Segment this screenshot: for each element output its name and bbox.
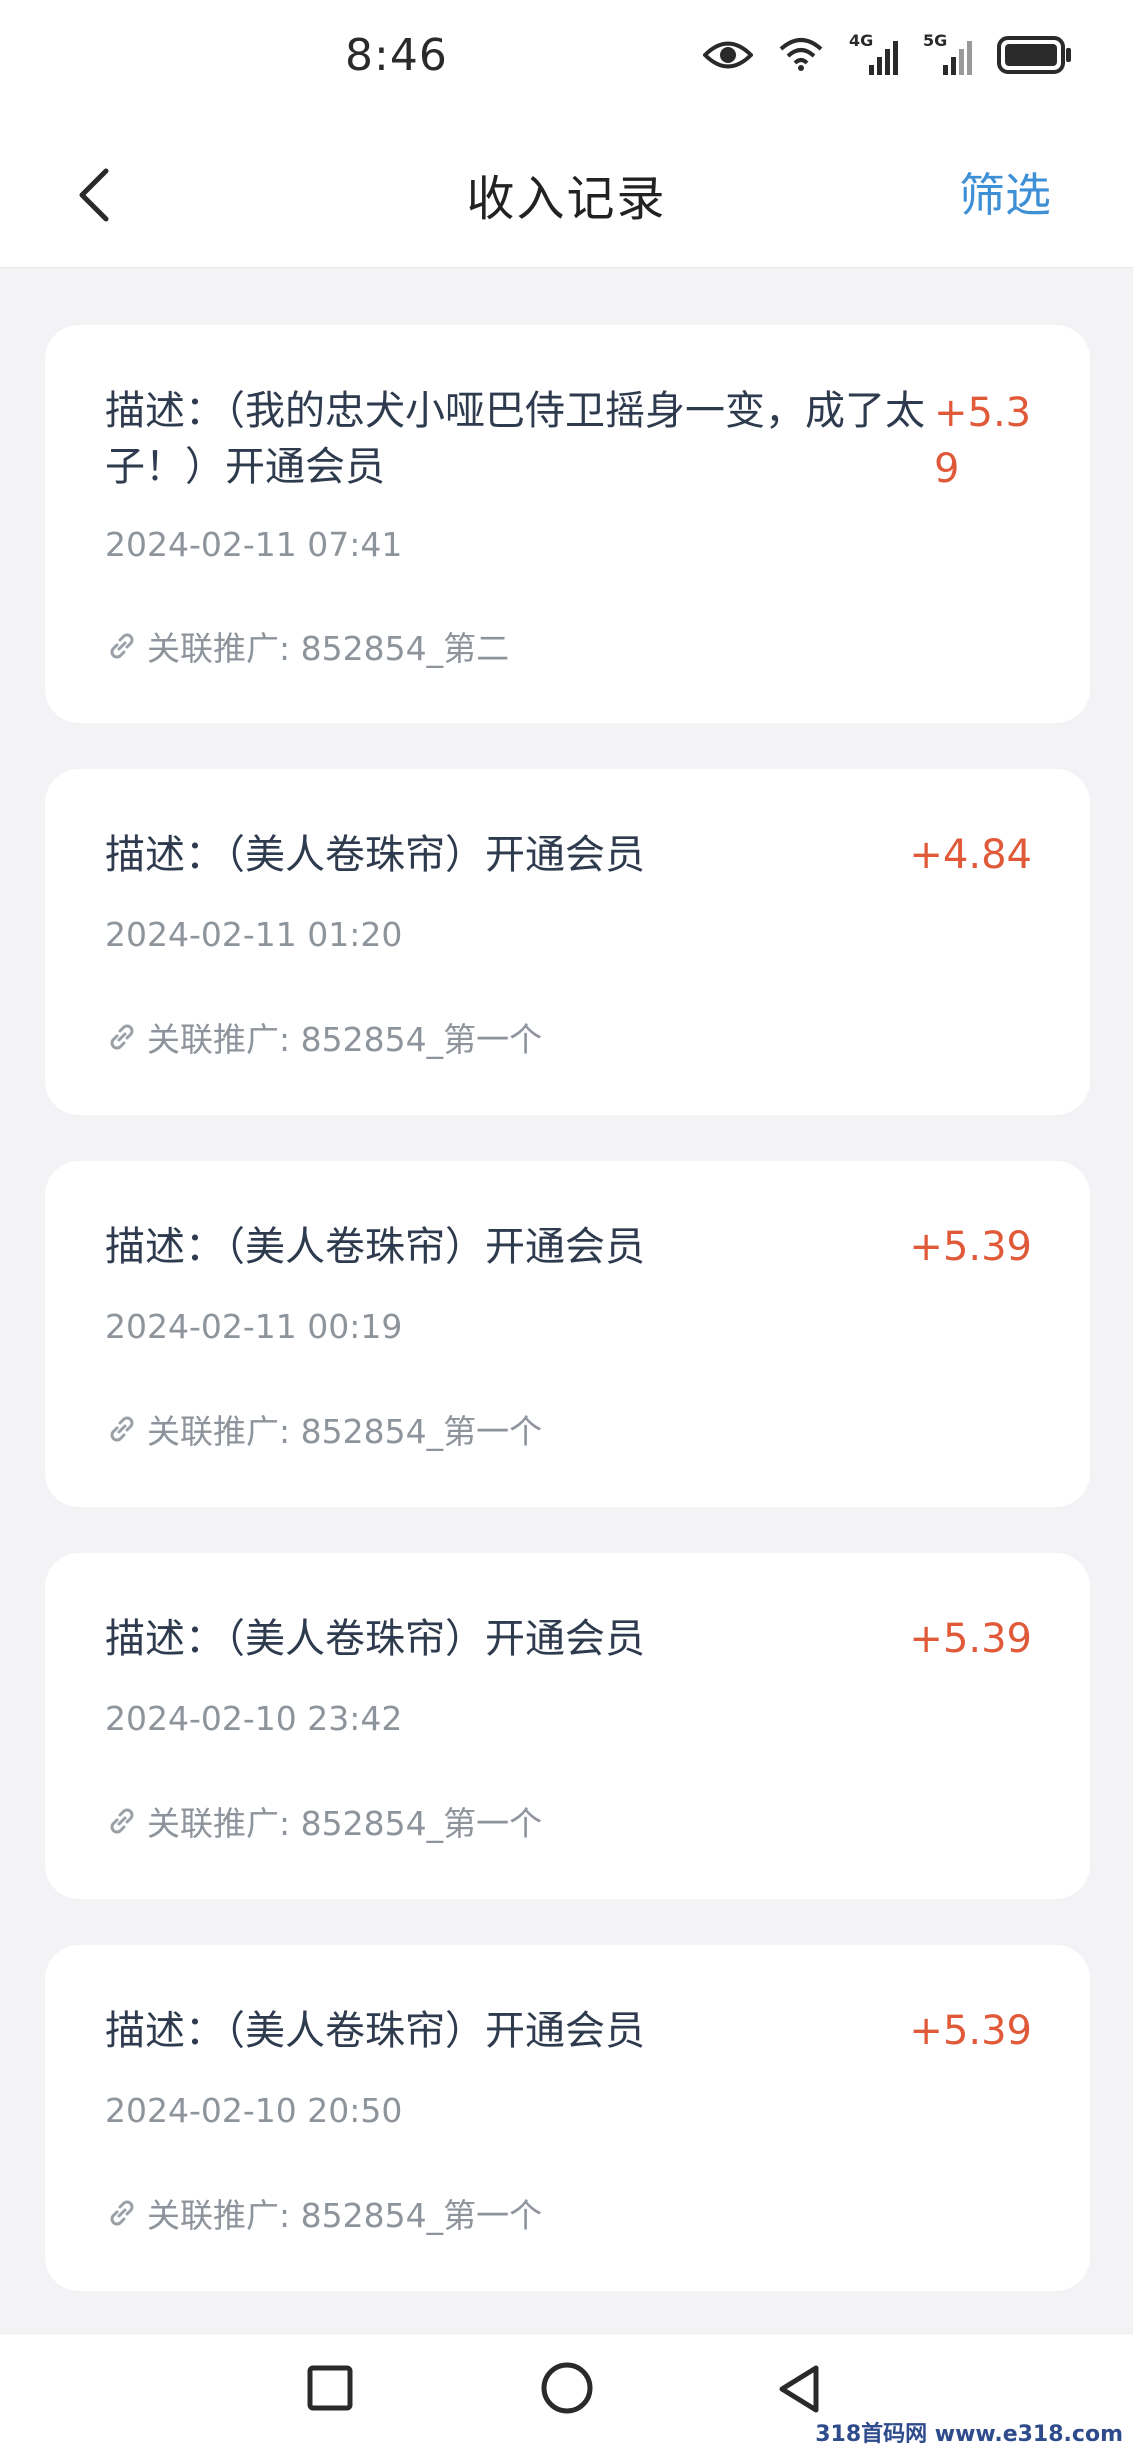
system-nav-bar: 318首码网 www.e318.com [0, 2333, 1133, 2454]
record-promo-text: 关联推广: 852854_第一个 [147, 1412, 543, 1451]
status-icons: 4G 5G [702, 31, 1073, 78]
record-description: 描述：（美人卷珠帘）开通会员 [105, 832, 645, 878]
record-promo: 关联推广: 852854_第二 [105, 622, 509, 670]
triangle-back-icon [779, 2365, 819, 2413]
record-card[interactable]: 描述：（美人卷珠帘）开通会员 +5.39 2024-02-10 20:50 关联… [45, 1945, 1090, 2291]
back-nav-button[interactable] [776, 2364, 824, 2418]
record-promo-text: 关联推广: 852854_第一个 [147, 2196, 543, 2235]
watermark: 318首码网 www.e318.com [815, 2422, 1123, 2447]
record-amount: +5.39 [909, 2008, 1032, 2054]
recents-button[interactable] [306, 2364, 354, 2416]
record-description: 描述：（我的忠犬小哑巴侍卫摇身一变，成了太子！）开通会员 [105, 388, 925, 490]
record-amount: +5.39 [909, 1224, 1032, 1270]
record-amount: +5.39 [909, 1616, 1032, 1662]
record-time: 2024-02-10 20:50 [105, 2091, 403, 2130]
record-card[interactable]: 描述：（美人卷珠帘）开通会员 +5.39 2024-02-11 00:19 关联… [45, 1161, 1090, 1507]
record-description: 描述：（美人卷珠帘）开通会员 [105, 1224, 645, 1270]
link-icon [110, 1416, 134, 1442]
record-promo-text: 关联推广: 852854_第一个 [147, 1804, 543, 1843]
record-promo: 关联推广: 852854_第一个 [105, 2189, 542, 2237]
eye-icon [702, 38, 754, 76]
record-promo: 关联推广: 852854_第一个 [105, 1797, 542, 1845]
record-amount: +4.84 [909, 832, 1032, 878]
link-icon [110, 1808, 134, 1834]
record-card[interactable]: 描述：（美人卷珠帘）开通会员 +5.39 2024-02-10 23:42 关联… [45, 1553, 1090, 1899]
record-card[interactable]: 描述：（我的忠犬小哑巴侍卫摇身一变，成了太子！）开通会员 +5.39 2024-… [45, 325, 1090, 723]
home-button[interactable] [540, 2361, 594, 2419]
status-bar: 8:46 4G 5G [0, 0, 1133, 125]
record-promo-text: 关联推广: 852854_第一个 [147, 1020, 543, 1059]
record-promo: 关联推广: 852854_第一个 [105, 1013, 542, 1061]
record-time: 2024-02-10 23:42 [105, 1699, 403, 1738]
filter-button[interactable]: 筛选 [959, 159, 1051, 225]
status-time: 8:46 [345, 30, 448, 81]
circle-icon [541, 2362, 593, 2414]
signal-4g-icon: 4G [849, 31, 899, 77]
record-time: 2024-02-11 00:19 [105, 1307, 403, 1346]
wifi-icon [777, 37, 825, 77]
battery-icon [997, 36, 1073, 78]
link-icon [110, 1024, 134, 1050]
record-description: 描述：（美人卷珠帘）开通会员 [105, 2008, 645, 2054]
income-records-list: 描述：（我的忠犬小哑巴侍卫摇身一变，成了太子！）开通会员 +5.39 2024-… [45, 325, 1090, 2337]
record-promo-text: 关联推广: 852854_第二 [147, 629, 510, 668]
record-amount: +5.39 [934, 390, 1032, 492]
link-icon [110, 2200, 134, 2226]
record-card[interactable]: 描述：（美人卷珠帘）开通会员 +4.84 2024-02-11 01:20 关联… [45, 769, 1090, 1115]
signal-5g-icon: 5G [923, 31, 973, 77]
record-description: 描述：（美人卷珠帘）开通会员 [105, 1616, 645, 1662]
record-time: 2024-02-11 07:41 [105, 525, 403, 564]
link-icon [110, 633, 134, 659]
record-time: 2024-02-11 01:20 [105, 915, 403, 954]
record-promo: 关联推广: 852854_第一个 [105, 1405, 542, 1453]
square-icon [307, 2365, 353, 2411]
app-header: 收入记录 筛选 [0, 125, 1133, 268]
